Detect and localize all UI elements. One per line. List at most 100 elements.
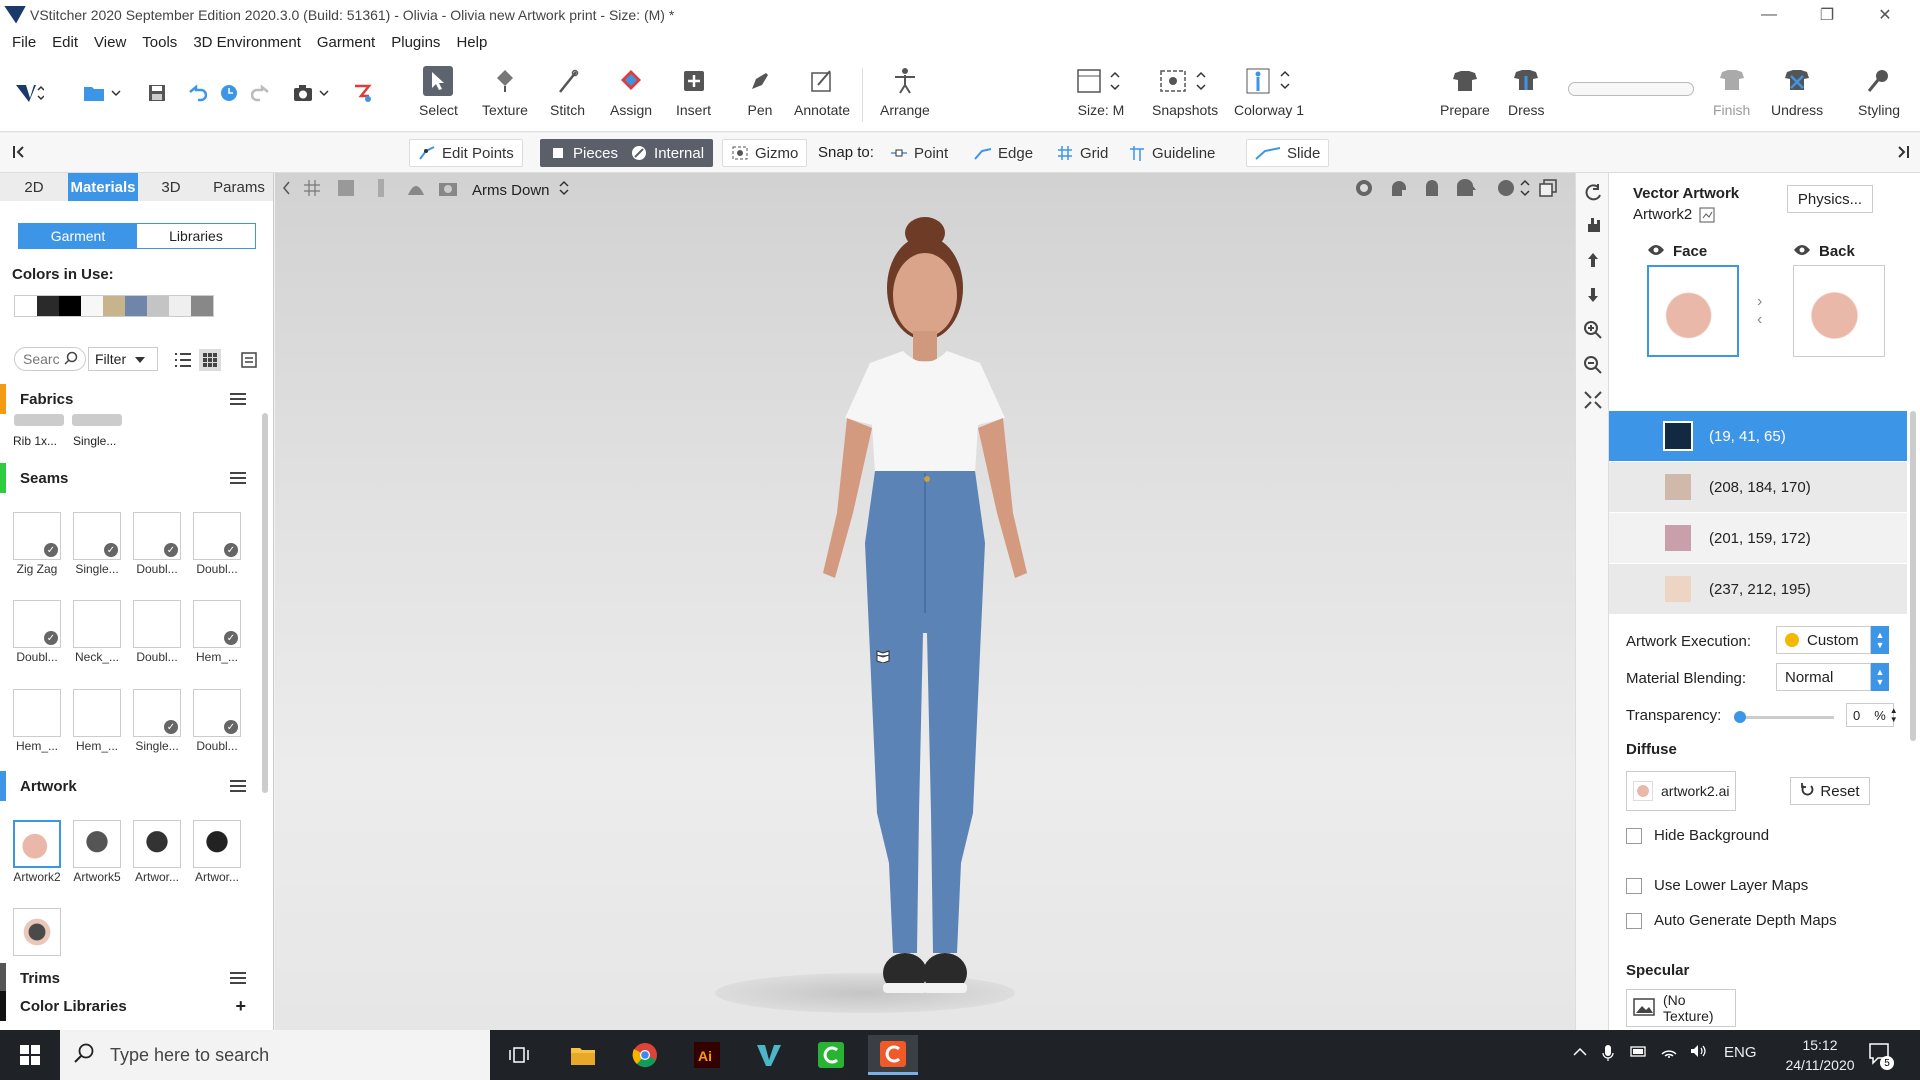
chevron-left-icon[interactable] — [275, 177, 297, 199]
colorway-selector[interactable]: Colorway 1 — [1234, 66, 1304, 118]
tab-2d[interactable]: 2D — [0, 173, 68, 201]
menu-view[interactable]: View — [86, 34, 134, 51]
menu-plugins[interactable]: Plugins — [383, 34, 448, 51]
assign-tool-button[interactable]: Assign — [610, 66, 652, 118]
gizmo-toggle[interactable]: Gizmo — [722, 139, 808, 167]
face-thumbnail[interactable] — [1647, 265, 1739, 357]
category-fabrics[interactable]: Fabrics — [0, 384, 260, 414]
styling-button[interactable]: Styling — [1858, 66, 1900, 118]
seams-menu-icon[interactable] — [230, 472, 246, 484]
zoom-out-icon[interactable] — [1584, 356, 1602, 374]
physics-button[interactable]: Physics... — [1787, 185, 1873, 213]
seam-item[interactable]: ✓ Doubl... — [192, 689, 242, 753]
taskbar-search-input[interactable]: Type here to search — [110, 1045, 269, 1066]
3d-viewport[interactable]: Arms Down — [275, 173, 1575, 1030]
trims-menu-icon[interactable] — [230, 972, 246, 984]
wifi-icon[interactable] — [1660, 1044, 1678, 1062]
material-blending-stepper[interactable]: ▲ ▼ — [1871, 663, 1889, 691]
color-swatch[interactable] — [59, 296, 81, 316]
finish-button[interactable]: Finish — [1713, 66, 1750, 118]
detach-window-icon[interactable] — [1537, 177, 1559, 199]
clock[interactable]: 15:12 24/11/2020 — [1780, 1035, 1860, 1075]
ruler-icon[interactable] — [370, 177, 392, 199]
material-blending-dropdown[interactable]: Normal — [1776, 663, 1871, 691]
panel-scrollbar[interactable] — [262, 413, 268, 793]
language-indicator[interactable]: ENG — [1724, 1044, 1757, 1061]
seam-item[interactable]: ✓ Zig Zag — [12, 512, 62, 576]
menu-file[interactable]: File — [4, 34, 44, 51]
camtasia-recorder-icon[interactable] — [806, 1035, 856, 1075]
artwork-item[interactable]: Artwor... — [132, 820, 182, 884]
open-folder-icon[interactable] — [82, 82, 122, 104]
tab-params[interactable]: Params — [204, 173, 273, 201]
snap-point-toggle[interactable]: Point — [882, 139, 956, 167]
menu-3d-environment[interactable]: 3D Environment — [185, 34, 309, 51]
category-seams[interactable]: Seams — [0, 463, 260, 493]
grid-display-icon[interactable] — [301, 177, 323, 199]
category-artwork[interactable]: Artwork — [0, 771, 260, 801]
specular-texture-button[interactable]: (No Texture) — [1626, 989, 1736, 1027]
artwork-execution-stepper[interactable]: ▲ ▼ — [1871, 626, 1889, 654]
rotate-icon[interactable] — [1584, 183, 1602, 201]
camtasia-editor-icon[interactable] — [868, 1035, 918, 1075]
color-row[interactable]: (19, 41, 65) — [1609, 411, 1907, 461]
file-explorer-icon[interactable] — [558, 1035, 608, 1075]
artwork-item-artwork2[interactable]: Artwork2 — [12, 820, 62, 884]
color-list-scrollbar[interactable] — [1910, 411, 1916, 741]
tab-3d[interactable]: 3D — [138, 173, 204, 201]
back-thumbnail[interactable] — [1793, 265, 1885, 357]
seam-item[interactable]: ✓ Single... — [72, 512, 122, 576]
color-swatch[interactable] — [81, 296, 103, 316]
restore-button[interactable]: ❐ — [1798, 0, 1856, 29]
insert-tool-button[interactable]: Insert — [676, 66, 711, 118]
undress-button[interactable]: Undress — [1771, 66, 1823, 118]
task-view-icon[interactable] — [494, 1035, 544, 1075]
dress-button[interactable]: Dress — [1508, 66, 1545, 118]
notifications-icon[interactable]: 5 — [1868, 1042, 1894, 1070]
category-color-libraries[interactable]: Color Libraries + — [0, 991, 260, 1021]
save-icon[interactable] — [146, 82, 168, 104]
artwork-item[interactable]: Artwor... — [192, 820, 242, 884]
tech-pack-icon[interactable] — [352, 82, 374, 104]
color-row[interactable]: (208, 184, 170) — [1609, 462, 1907, 512]
color-swatch[interactable] — [37, 296, 59, 316]
collapse-left-icon[interactable] — [8, 141, 30, 163]
move-down-icon[interactable] — [1584, 286, 1602, 304]
list-view-icon[interactable] — [172, 349, 194, 371]
head-rotate-icon[interactable] — [1497, 177, 1531, 199]
search-field[interactable]: Searc — [14, 347, 86, 371]
stitch-tool-button[interactable]: Stitch — [550, 66, 585, 118]
chrome-icon[interactable] — [620, 1035, 670, 1075]
transparency-slider-handle[interactable] — [1734, 711, 1746, 723]
size-selector[interactable]: Size: M — [1076, 66, 1126, 118]
menu-edit[interactable]: Edit — [44, 34, 86, 51]
redo-icon[interactable] — [250, 82, 272, 104]
camera-icon[interactable] — [292, 82, 332, 104]
microphone-icon[interactable] — [1602, 1044, 1614, 1066]
undo-icon[interactable] — [186, 82, 208, 104]
filter-dropdown[interactable]: Filter — [88, 347, 158, 371]
snap-edge-toggle[interactable]: Edge — [966, 139, 1041, 167]
tray-overflow-icon[interactable] — [1572, 1044, 1588, 1061]
category-trims[interactable]: Trims — [0, 963, 260, 993]
checkbox-box[interactable] — [1626, 912, 1642, 929]
details-view-icon[interactable] — [238, 349, 260, 371]
close-button[interactable]: ✕ — [1856, 0, 1914, 29]
volume-icon[interactable] — [1690, 1044, 1708, 1062]
minimize-button[interactable]: — — [1740, 0, 1798, 29]
use-lower-layer-maps-checkbox[interactable]: Use Lower Layer Maps — [1626, 877, 1808, 894]
face-toggle[interactable]: Face — [1647, 243, 1707, 260]
search-input[interactable]: Searc — [23, 351, 60, 367]
color-swatch[interactable] — [125, 296, 147, 316]
checkbox-box[interactable] — [1626, 877, 1642, 894]
menu-garment[interactable]: Garment — [309, 34, 383, 51]
diffuse-texture-button[interactable]: artwork2.ai — [1626, 771, 1736, 811]
taskbar-search[interactable]: Type here to search — [60, 1030, 490, 1080]
move-up-icon[interactable] — [1584, 251, 1602, 269]
menu-tools[interactable]: Tools — [134, 34, 185, 51]
pen-tool-button[interactable]: Pen — [745, 66, 775, 118]
seam-item[interactable]: ✓ Hem_... — [192, 600, 242, 664]
vstitcher-taskbar-icon[interactable] — [744, 1035, 794, 1075]
seam-item[interactable]: ✓ Single... — [132, 689, 182, 753]
color-row[interactable]: (237, 212, 195) — [1609, 564, 1907, 614]
